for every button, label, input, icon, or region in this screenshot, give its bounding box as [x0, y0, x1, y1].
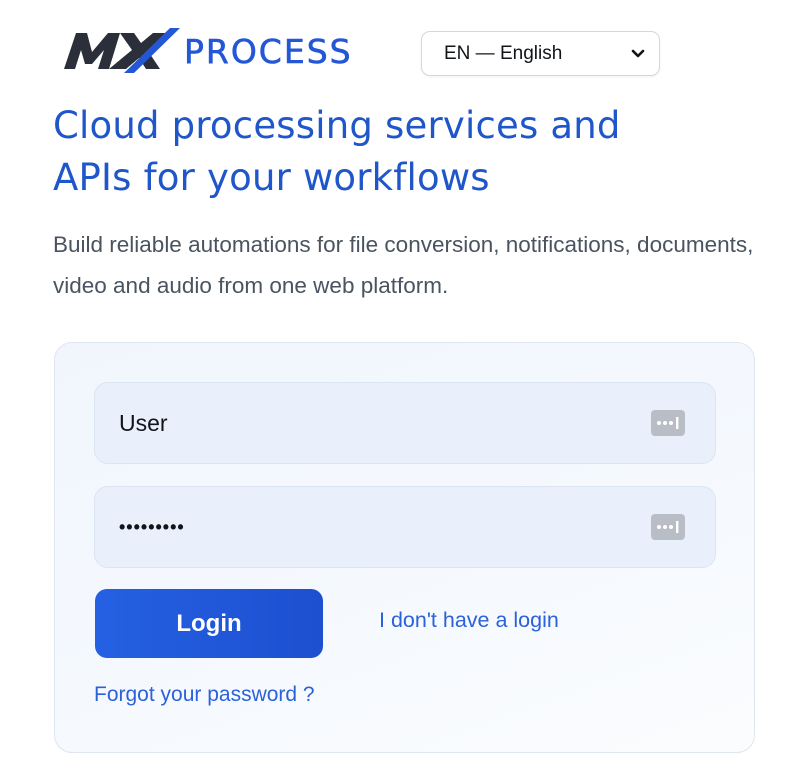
login-card: User ••••••••• Login I don't have a logi… — [54, 342, 755, 753]
password-manager-icon[interactable] — [651, 514, 685, 540]
language-select-value: EN — English — [444, 42, 563, 64]
brand-logo[interactable]: PROCESS — [62, 26, 396, 76]
hero-headline: Cloud processing services and APIs for y… — [53, 100, 773, 204]
chevron-down-icon — [631, 49, 645, 57]
password-field[interactable]: ••••••••• — [94, 486, 716, 568]
forgot-password-link[interactable]: Forgot your password ? — [94, 683, 315, 707]
hero-intro: Build reliable automations for file conv… — [53, 232, 754, 298]
login-page: PROCESS EN — English Cloud processing se… — [0, 0, 800, 781]
hero-headline-line2: APIs for your workflows — [53, 156, 490, 199]
hero-headline-line1: Cloud processing services and — [53, 104, 621, 147]
login-button[interactable]: Login — [95, 589, 323, 658]
username-field[interactable]: User — [94, 382, 716, 464]
username-value: User — [119, 409, 168, 436]
password-manager-icon[interactable] — [651, 410, 685, 436]
mx-process-logo-icon: PROCESS — [64, 28, 353, 73]
password-value: ••••••••• — [119, 516, 185, 537]
no-login-link[interactable]: I don't have a login — [379, 608, 559, 633]
svg-text:PROCESS: PROCESS — [184, 32, 353, 71]
language-select[interactable]: EN — English — [421, 31, 660, 76]
